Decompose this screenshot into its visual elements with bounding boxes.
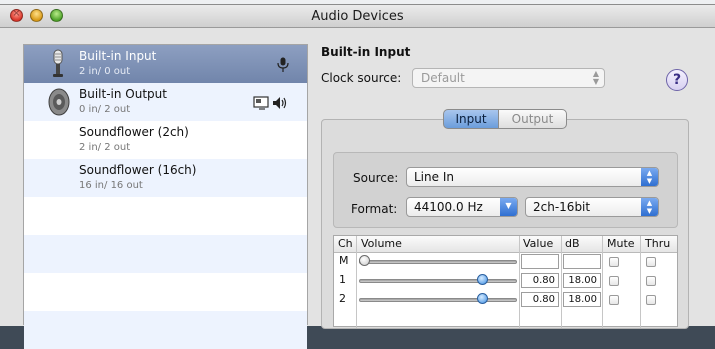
title-bar[interactable]: × Audio Devices	[0, 5, 715, 28]
column-divider	[356, 236, 357, 328]
thru-checkbox[interactable]	[646, 295, 656, 305]
column-divider	[640, 236, 641, 328]
column-divider	[561, 236, 562, 328]
clock-source-select[interactable]: Default ▲ ▼	[412, 68, 605, 88]
help-button[interactable]: ?	[666, 69, 688, 91]
volume-slider-knob[interactable]	[359, 255, 370, 266]
channel-label: 1	[339, 273, 346, 286]
format-label: Format:	[351, 202, 398, 216]
device-detail-title: Built-in Input	[321, 45, 411, 59]
source-label: Source:	[353, 171, 399, 185]
volume-slider-track[interactable]	[359, 298, 517, 302]
clock-source-label: Clock source:	[321, 71, 402, 85]
value-field[interactable]	[521, 254, 559, 269]
volume-slider-track[interactable]	[359, 260, 517, 264]
volume-slider-track[interactable]	[359, 279, 517, 283]
source-select[interactable]: Line In ▲ ▼	[406, 167, 659, 187]
table-header: Ch Volume Value dB Mute Thru	[334, 236, 677, 253]
volume-slider-knob[interactable]	[476, 274, 488, 285]
speaker-volume-icon	[273, 97, 287, 109]
mute-checkbox[interactable]	[609, 257, 619, 267]
column-header-mute: Mute	[607, 237, 635, 250]
device-row-built-in-input[interactable]: Built-in Input 2 in/ 0 out	[24, 45, 307, 83]
volume-slider-knob[interactable]	[476, 293, 488, 304]
thru-checkbox[interactable]	[646, 276, 656, 286]
device-name: Built-in Output	[79, 87, 167, 101]
speaker-icon	[48, 88, 70, 116]
device-io: 0 in/ 2 out	[79, 104, 131, 115]
mute-checkbox[interactable]	[609, 276, 619, 286]
clock-source-value: Default	[421, 71, 465, 85]
channel-label: M	[339, 254, 349, 267]
microphone-icon	[277, 57, 289, 72]
chevron-down-icon: ▼	[500, 198, 517, 216]
column-header-thru: Thru	[645, 237, 671, 250]
column-divider	[519, 236, 520, 328]
column-divider	[602, 236, 603, 328]
up-down-arrows-icon: ▲ ▼	[592, 69, 599, 86]
device-name: Soundflower (16ch)	[79, 163, 197, 177]
bit-format-select[interactable]: 2ch-16bit ▲ ▼	[525, 197, 659, 217]
window-title: Audio Devices	[311, 9, 404, 24]
bit-format-value: 2ch-16bit	[533, 200, 591, 214]
device-io: 2 in/ 2 out	[79, 142, 131, 153]
column-header-db: dB	[565, 237, 580, 250]
column-header-value: Value	[523, 237, 554, 250]
up-down-arrows-icon: ▲ ▼	[641, 198, 658, 216]
thru-checkbox[interactable]	[646, 257, 656, 267]
device-row-soundflower-16ch[interactable]: Soundflower (16ch) 16 in/ 16 out	[24, 159, 307, 197]
microphone-icon	[53, 49, 63, 77]
device-io: 2 in/ 0 out	[79, 66, 131, 77]
empty-list-row	[24, 311, 307, 349]
mute-checkbox[interactable]	[609, 295, 619, 305]
value-field[interactable]: 0.80	[521, 273, 559, 288]
value-field[interactable]: 0.80	[521, 292, 559, 307]
column-header-volume: Volume	[361, 237, 402, 250]
db-field[interactable]: 18.00	[563, 292, 601, 307]
device-io: 16 in/ 16 out	[79, 180, 143, 191]
db-field[interactable]	[563, 254, 601, 269]
column-header-ch: Ch	[338, 237, 353, 250]
up-down-arrows-icon: ▲ ▼	[641, 168, 658, 186]
sample-rate-value: 44100.0 Hz	[414, 200, 483, 214]
device-row-soundflower-2ch[interactable]: Soundflower (2ch) 2 in/ 2 out	[24, 121, 307, 159]
device-name: Built-in Input	[79, 49, 157, 63]
device-row-built-in-output[interactable]: Built-in Output 0 in/ 2 out	[24, 83, 307, 121]
tab-output[interactable]: Output	[498, 109, 567, 129]
device-name: Soundflower (2ch)	[79, 125, 189, 139]
empty-list-row	[24, 235, 307, 273]
empty-list-row	[24, 273, 307, 311]
empty-list-row	[24, 197, 307, 235]
channel-label: 2	[339, 292, 346, 305]
channel-mixer-table: Ch Volume Value dB Mute Thru M 1 0.80 18…	[333, 235, 678, 328]
sample-rate-select[interactable]: 44100.0 Hz ▼	[406, 197, 518, 217]
db-field[interactable]: 18.00	[563, 273, 601, 288]
device-list[interactable]: Built-in Input 2 in/ 0 out Built-in Outp…	[23, 44, 308, 349]
display-icon	[253, 96, 269, 110]
source-value: Line In	[414, 170, 454, 184]
tab-input[interactable]: Input	[443, 109, 499, 129]
